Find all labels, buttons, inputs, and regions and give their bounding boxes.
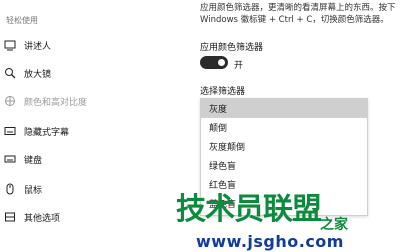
sidebar-item-narrator[interactable]: 讲述人 <box>0 34 180 56</box>
sidebar-item-label: 讲述人 <box>24 41 52 52</box>
settings-sidebar: 轻松使用 讲述人 放大镜 颜色和高对比度 隐藏式字幕 键盘 鼠标 其他选项 <box>0 0 180 252</box>
sidebar-item-label: 键盘 <box>24 155 43 166</box>
sidebar-item-keyboard[interactable]: 键盘 <box>0 148 180 170</box>
sidebar-item-closed-captions[interactable]: 隐藏式字幕 <box>0 120 180 142</box>
mouse-icon <box>4 183 16 195</box>
description-line-1: 应用颜色筛选器，更清晰的看清屏幕上的东西。按下 <box>200 3 396 13</box>
sidebar-item-label: 鼠标 <box>24 185 43 196</box>
toggle-knob <box>218 59 225 66</box>
sidebar-section-title: 轻松使用 <box>6 16 38 25</box>
sidebar-item-label: 隐藏式字幕 <box>24 127 70 138</box>
sidebar-item-magnifier[interactable]: 放大镜 <box>0 62 180 84</box>
filter-option-deuteranopia[interactable]: 绿色盲 <box>201 156 367 175</box>
closed-captions-icon <box>4 125 16 137</box>
magnifier-icon <box>4 67 16 79</box>
narrator-icon <box>4 39 16 51</box>
keyboard-icon <box>4 153 16 165</box>
sidebar-item-mouse[interactable]: 鼠标 <box>0 178 180 200</box>
filter-option-grayscale-inverted[interactable]: 灰度颠倒 <box>201 137 367 156</box>
toggle-state-text: 开 <box>234 61 244 71</box>
sidebar-item-color-contrast[interactable]: 颜色和高对比度 <box>0 90 180 112</box>
sidebar-item-label: 其他选项 <box>24 213 61 224</box>
filter-option-inverted[interactable]: 颠倒 <box>201 118 367 137</box>
description-line-2: Windows 徽标键 + Ctrl + C，切换颜色筛选器。 <box>200 15 389 25</box>
watermark-sub: 之家 <box>320 217 348 233</box>
sidebar-item-label: 放大镜 <box>24 69 52 80</box>
color-contrast-icon <box>4 95 16 107</box>
color-filter-toggle[interactable] <box>200 56 228 69</box>
sidebar-item-label: 颜色和高对比度 <box>24 97 88 108</box>
sidebar-item-other-options[interactable]: 其他选项 <box>0 206 180 228</box>
filter-select-label: 选择筛选器 <box>200 87 246 97</box>
other-options-icon <box>4 211 16 223</box>
watermark-url: www.jsgho.com <box>196 232 344 251</box>
filter-option-grayscale[interactable]: 灰度 <box>201 99 367 118</box>
toggle-label: 应用颜色筛选器 <box>200 43 264 53</box>
watermark-brand: 技术员联盟 <box>176 192 322 227</box>
